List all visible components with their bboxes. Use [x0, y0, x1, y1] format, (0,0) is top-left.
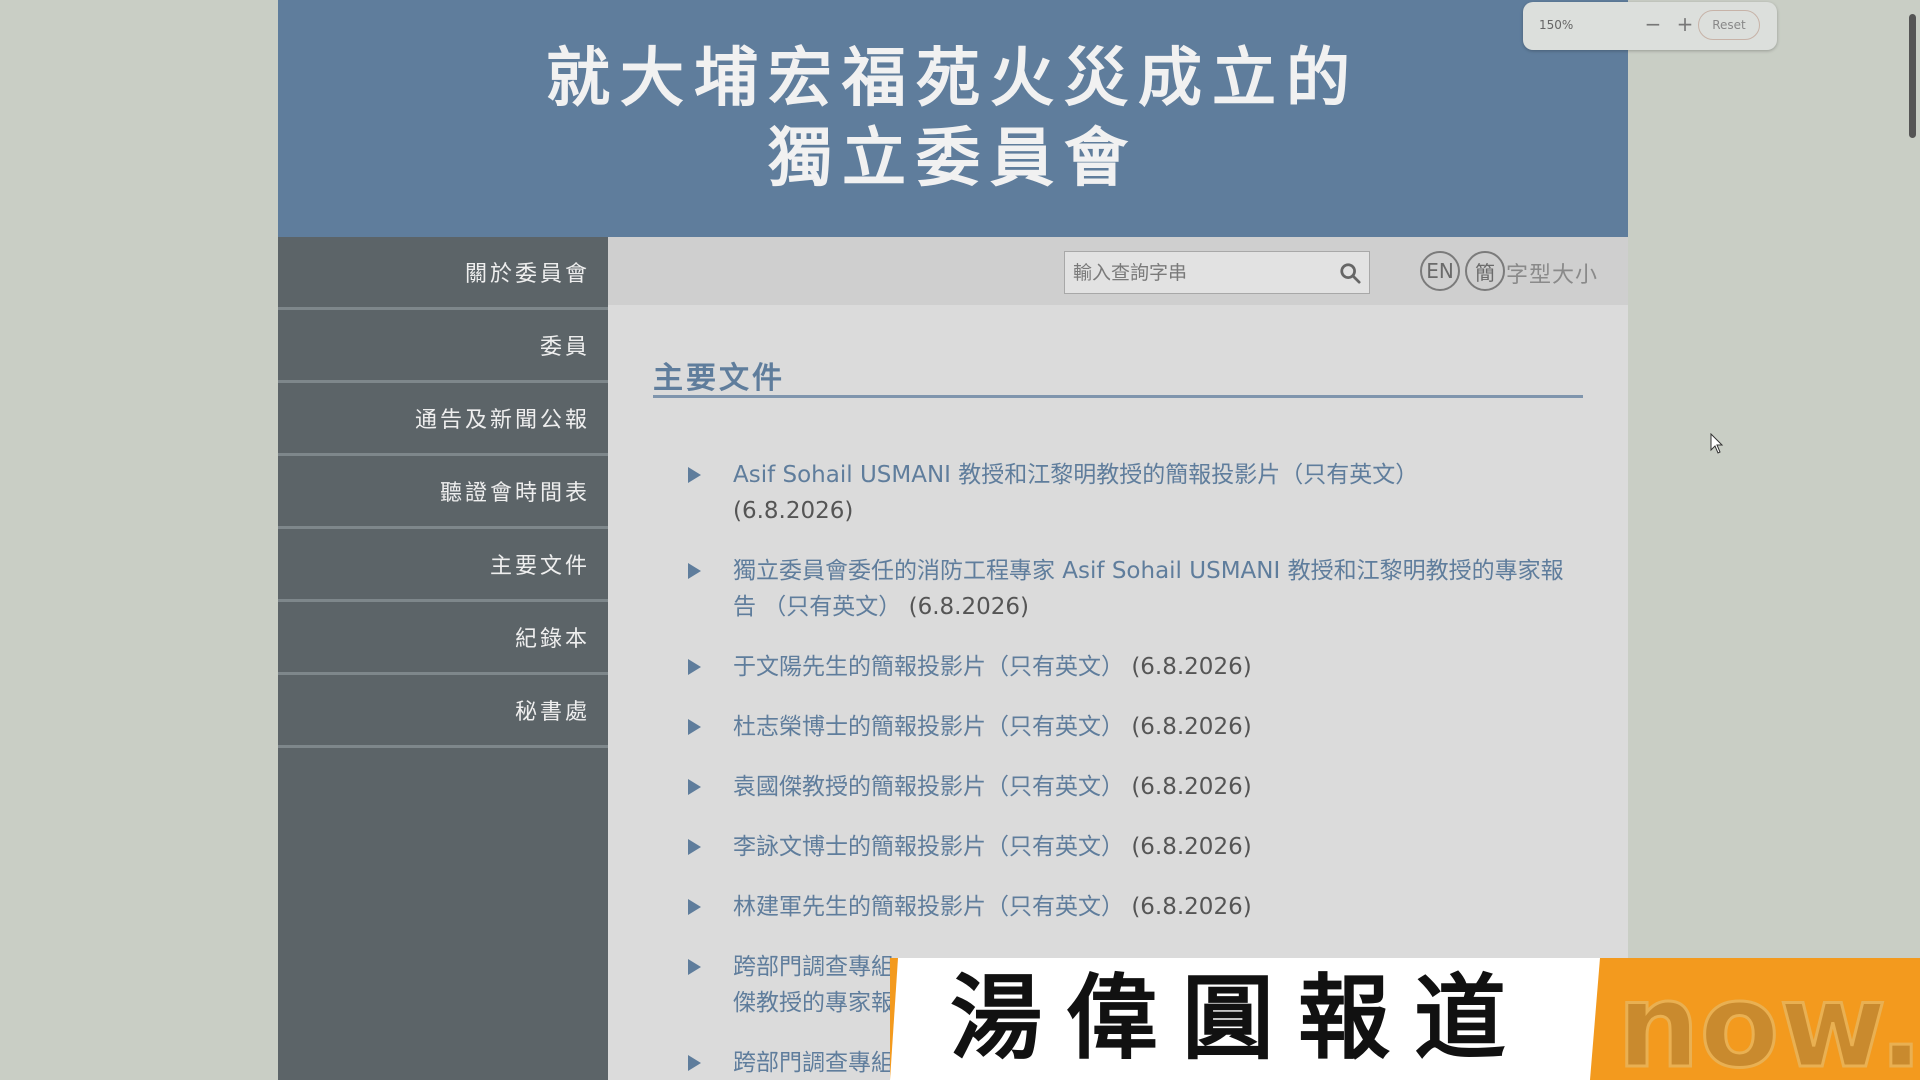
search-input[interactable] [1065, 252, 1343, 293]
list-item: 林建軍先生的簡報投影片（只有英文） (6.8.2026) [688, 889, 1568, 925]
bullet-triangle-icon [688, 1055, 701, 1071]
scrollbar[interactable] [1906, 0, 1920, 1080]
bullet-triangle-icon [688, 839, 701, 855]
document-date: (6.8.2026) [1131, 894, 1252, 920]
list-item: 獨立委員會委任的消防工程專家 Asif Sohail USMANI 教授和江黎明… [688, 553, 1568, 625]
reporter-caption: 湯偉圓報道 [950, 964, 1531, 1072]
document-link[interactable]: Asif Sohail USMANI 教授和江黎明教授的簡報投影片（只有英文） [733, 462, 1418, 488]
document-date: (6.8.2026) [1131, 834, 1252, 860]
sidebar-item-about[interactable]: 關於委員會 [278, 237, 608, 310]
document-date: (6.8.2026) [1131, 654, 1252, 680]
zoom-level: 150% [1539, 18, 1574, 32]
site-banner: 就大埔宏福苑火災成立的 獨立委員會 [278, 0, 1628, 237]
document-link[interactable]: 跨部門調查專組 [733, 1050, 894, 1076]
bullet-triangle-icon [688, 563, 701, 579]
title-divider [653, 395, 1583, 398]
document-date: (6.8.2026) [1131, 714, 1252, 740]
list-item: 于文陽先生的簡報投影片（只有英文） (6.8.2026) [688, 649, 1568, 685]
document-link[interactable]: 獨立委員會委任的消防工程專家 Asif Sohail USMANI 教授和江黎明… [733, 558, 1564, 620]
bullet-triangle-icon [688, 719, 701, 735]
language-en-button[interactable]: EN [1420, 251, 1460, 291]
search-icon[interactable] [1339, 262, 1361, 284]
caption-background: 湯偉圓報道 [890, 958, 1600, 1080]
language-simplified-button[interactable]: 簡 [1465, 251, 1505, 291]
sidebar-item-members[interactable]: 委員 [278, 310, 608, 383]
document-link[interactable]: 李詠文博士的簡報投影片（只有英文） [733, 834, 1124, 860]
list-item: 李詠文博士的簡報投影片（只有英文） (6.8.2026) [688, 829, 1568, 865]
font-size-button[interactable]: 字型大小 [1506, 257, 1598, 289]
logo-text: now. [1617, 959, 1920, 1080]
bullet-triangle-icon [688, 467, 701, 483]
banner-title-line2: 獨立委員會 [768, 120, 1138, 196]
sidebar-item-secretariat[interactable]: 秘書處 [278, 675, 608, 748]
document-link[interactable]: 跨部門調查專組 [733, 954, 894, 980]
page-title: 主要文件 [653, 361, 785, 396]
now-tv-logo-icon: now. [1616, 958, 1920, 1080]
zoom-control: 150% − + Reset [1523, 2, 1777, 50]
zoom-in-button[interactable]: + [1673, 12, 1697, 36]
list-item: 杜志榮博士的簡報投影片（只有英文） (6.8.2026) [688, 709, 1568, 745]
mouse-cursor-icon [1710, 433, 1724, 454]
document-link[interactable]: 袁國傑教授的簡報投影片（只有英文） [733, 774, 1124, 800]
zoom-out-button[interactable]: − [1641, 12, 1665, 36]
website: 就大埔宏福苑火災成立的 獨立委員會 關於委員會 委員 通告及新聞公報 聽證會時間… [278, 0, 1628, 1080]
list-item: Asif Sohail USMANI 教授和江黎明教授的簡報投影片（只有英文） … [688, 457, 1568, 529]
zoom-reset-button[interactable]: Reset [1698, 10, 1760, 40]
banner-title-line1: 就大埔宏福苑火災成立的 [546, 40, 1360, 116]
document-date: (6.8.2026) [733, 498, 854, 524]
sidebar-item-transcripts[interactable]: 紀錄本 [278, 602, 608, 675]
document-date: (6.8.2026) [908, 594, 1029, 620]
document-link[interactable]: 林建軍先生的簡報投影片（只有英文） [733, 894, 1124, 920]
document-link[interactable]: 杜志榮博士的簡報投影片（只有英文） [733, 714, 1124, 740]
document-link-continued[interactable]: 傑教授的專家報 [733, 990, 894, 1016]
search-box [1064, 251, 1370, 294]
sidebar-item-hearing-schedule[interactable]: 聽證會時間表 [278, 456, 608, 529]
sidebar-nav: 關於委員會 委員 通告及新聞公報 聽證會時間表 主要文件 紀錄本 秘書處 [278, 237, 608, 1080]
sidebar-item-notices[interactable]: 通告及新聞公報 [278, 383, 608, 456]
bullet-triangle-icon [688, 779, 701, 795]
document-date: (6.8.2026) [1131, 774, 1252, 800]
document-link[interactable]: 于文陽先生的簡報投影片（只有英文） [733, 654, 1124, 680]
bullet-triangle-icon [688, 659, 701, 675]
news-caption-bar: 湯偉圓報道 now. [890, 958, 1920, 1080]
scrollbar-thumb[interactable] [1909, 14, 1916, 138]
top-toolbar: EN 簡 字型大小 [608, 237, 1628, 305]
bullet-triangle-icon [688, 959, 701, 975]
sidebar-item-key-documents[interactable]: 主要文件 [278, 529, 608, 602]
list-item: 袁國傑教授的簡報投影片（只有英文） (6.8.2026) [688, 769, 1568, 805]
bullet-triangle-icon [688, 899, 701, 915]
